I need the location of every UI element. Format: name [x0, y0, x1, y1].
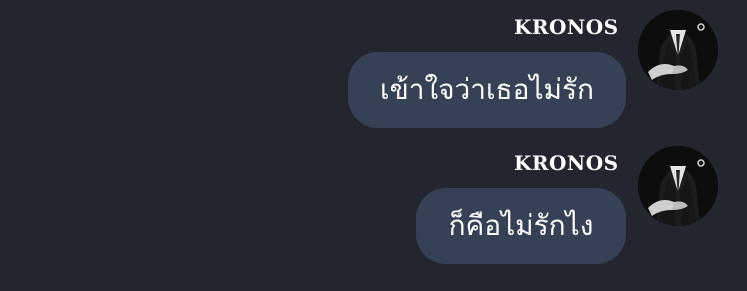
- user-avatar-icon[interactable]: [638, 146, 718, 226]
- message-bubble[interactable]: เข้าใจว่าเธอไม่รัก: [348, 52, 626, 128]
- sender-name: KRONOS: [514, 151, 619, 175]
- avatar-image: [638, 10, 718, 90]
- chat-thread: KRONOS เข้าใจว่าเธอไม่รัก KRONOS ก็คือไม…: [0, 0, 747, 291]
- sender-name: KRONOS: [514, 15, 619, 39]
- message-bubble[interactable]: ก็คือไม่รักไง: [416, 188, 626, 264]
- user-avatar-icon[interactable]: [638, 10, 718, 90]
- avatar-image: [638, 146, 718, 226]
